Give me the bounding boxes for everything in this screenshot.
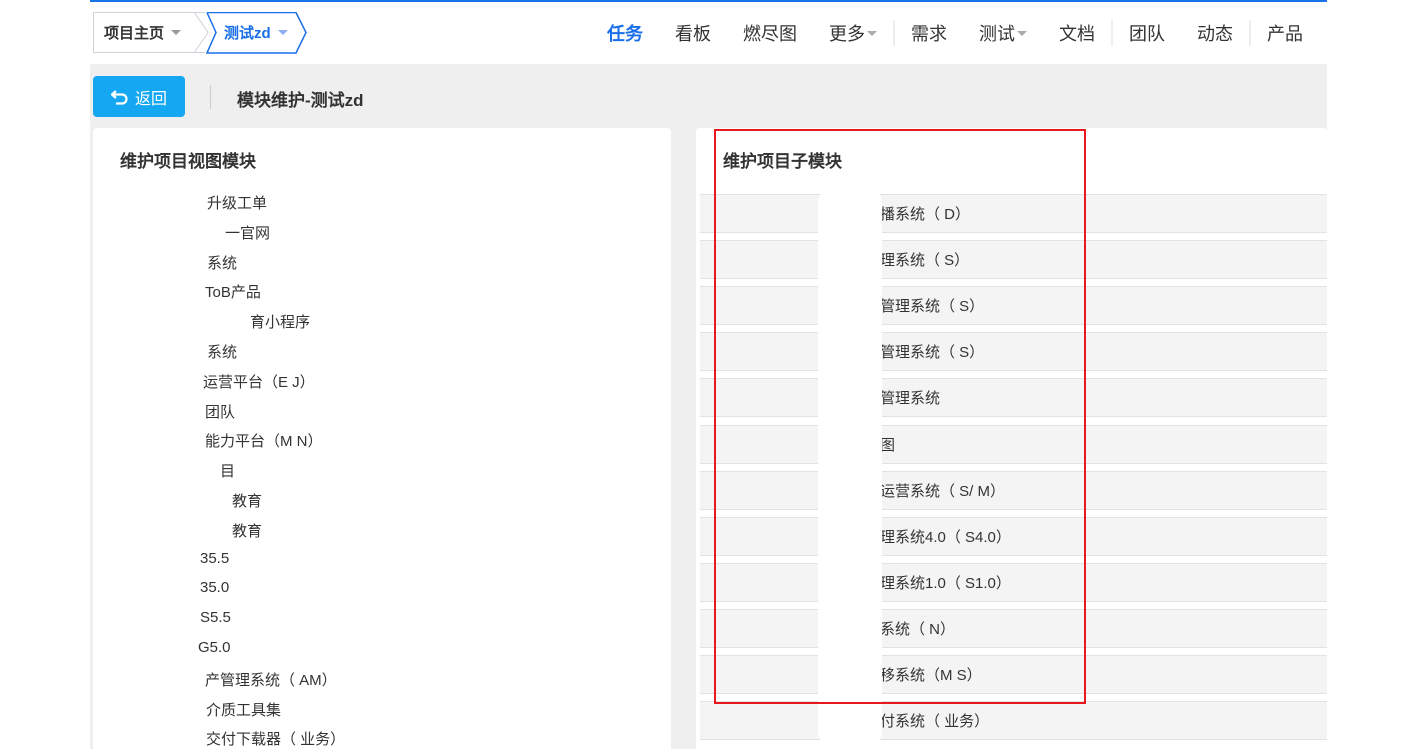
- sub-module-label: 理系统1.0（ S1.0）: [880, 574, 1011, 592]
- nav-test[interactable]: 测试: [963, 20, 1043, 46]
- sub-module-label: 移系统（M S）: [880, 667, 982, 684]
- module-tree-item[interactable]: 能力平台（M N）: [205, 430, 323, 451]
- sub-module-row[interactable]: 系统（ N）: [700, 608, 1327, 648]
- sub-module-label: 运营系统（ S/ M）: [880, 482, 1006, 500]
- sub-module-row[interactable]: 图: [700, 424, 1327, 464]
- left-panel-title: 维护项目视图模块: [120, 152, 256, 171]
- undo-icon: [110, 89, 128, 105]
- module-tree-item[interactable]: 产管理系统（ AM）: [205, 669, 337, 690]
- sub-module-label: 管理系统（ S）: [880, 344, 985, 362]
- nav-team[interactable]: 团队: [1113, 20, 1181, 46]
- module-tree-item[interactable]: S5.5: [200, 609, 231, 626]
- toolbar-divider: [210, 85, 211, 109]
- sub-module-row[interactable]: 付系统（ 业务）: [700, 701, 1327, 741]
- back-label: 返回: [134, 90, 167, 108]
- sub-module-label: 图: [880, 436, 896, 454]
- module-tree-item[interactable]: 教育: [232, 490, 262, 511]
- module-tree-item[interactable]: 运营平台（E J）: [203, 371, 315, 392]
- nav-more-label: 更多: [829, 24, 865, 44]
- chevron-down-icon: [1017, 30, 1027, 36]
- breadcrumb-home-label: 项目主页: [104, 25, 165, 42]
- main-nav: 任务 看板 燃尽图 更多 需求 测试 文档 团队 动态 产品: [591, 2, 1319, 64]
- sub-module-row[interactable]: 管理系统（ S）: [700, 332, 1327, 372]
- nav-dynamics[interactable]: 动态: [1181, 20, 1249, 46]
- sub-module-row[interactable]: 理系统4.0（ S4.0）: [700, 516, 1327, 556]
- module-tree-item[interactable]: 35.0: [200, 579, 229, 596]
- sub-module-label: 系统（ N）: [880, 620, 956, 638]
- redaction-mask: [818, 185, 882, 749]
- module-tree-item[interactable]: 介质工具集: [206, 699, 281, 720]
- nav-tasks[interactable]: 任务: [591, 20, 659, 46]
- breadcrumb-home[interactable]: 项目主页: [93, 12, 205, 53]
- module-tree-item[interactable]: G5.0: [198, 639, 231, 656]
- breadcrumb-project[interactable]: 测试zd: [208, 12, 302, 53]
- module-tree-item[interactable]: 目: [220, 460, 235, 481]
- module-tree-item[interactable]: 团队: [205, 401, 235, 422]
- right-panel-title: 维护项目子模块: [723, 152, 842, 171]
- sub-module-row[interactable]: 运营系统（ S/ M）: [700, 470, 1327, 510]
- nav-requirements[interactable]: 需求: [895, 20, 963, 46]
- nav-product[interactable]: 产品: [1251, 20, 1319, 46]
- sub-module-label: 付系统（ 业务）: [880, 713, 990, 731]
- sub-module-row[interactable]: 移系统（M S）: [700, 655, 1327, 694]
- nav-burndown[interactable]: 燃尽图: [727, 20, 813, 46]
- sub-module-row[interactable]: 理系统1.0（ S1.0）: [700, 562, 1327, 602]
- sub-module-label: 管理系统（ S）: [880, 298, 985, 316]
- nav-more[interactable]: 更多: [813, 20, 893, 46]
- module-tree-item[interactable]: 35.5: [200, 550, 229, 567]
- project-view-module-panel: [93, 128, 671, 753]
- nav-test-label: 测试: [979, 24, 1015, 44]
- module-tree-item[interactable]: 一官网: [225, 222, 270, 243]
- sub-module-label: 播系统（ D）: [880, 206, 971, 223]
- module-tree-item[interactable]: 育小程序: [250, 311, 310, 332]
- header: 项目主页 测试zd 任务 看板 燃尽图 更多 需求 测试 文档 团队 动态 产品: [90, 2, 1327, 64]
- sub-module-label: 管理系统: [880, 390, 941, 408]
- module-tree-item[interactable]: 教育: [232, 520, 262, 541]
- nav-kanban[interactable]: 看板: [659, 20, 727, 46]
- page-title: 模块维护-测试zd: [237, 91, 364, 110]
- nav-docs[interactable]: 文档: [1043, 20, 1111, 46]
- module-tree-item[interactable]: ToB产品: [205, 281, 261, 302]
- sub-module-row[interactable]: 播系统（ D）: [700, 194, 1327, 233]
- sub-module-row[interactable]: 管理系统: [700, 378, 1327, 418]
- chevron-down-icon: [171, 30, 182, 35]
- sub-module-label: 理系统（ S）: [880, 252, 970, 270]
- breadcrumb-project-label: 测试zd: [224, 25, 271, 42]
- back-button[interactable]: 返回: [93, 76, 185, 117]
- module-tree-item[interactable]: 系统: [207, 252, 237, 273]
- chevron-down-icon: [867, 30, 877, 36]
- sub-module-row[interactable]: 管理系统（ S）: [700, 286, 1327, 326]
- chevron-down-icon: [277, 30, 288, 35]
- sub-module-row[interactable]: 理系统（ S）: [700, 240, 1327, 280]
- module-tree-item[interactable]: 交付下载器（ 业务）: [206, 728, 345, 749]
- sub-module-label: 理系统4.0（ S4.0）: [880, 528, 1011, 546]
- module-tree-item[interactable]: 系统: [207, 341, 237, 362]
- module-tree-item[interactable]: 升级工单: [207, 192, 267, 213]
